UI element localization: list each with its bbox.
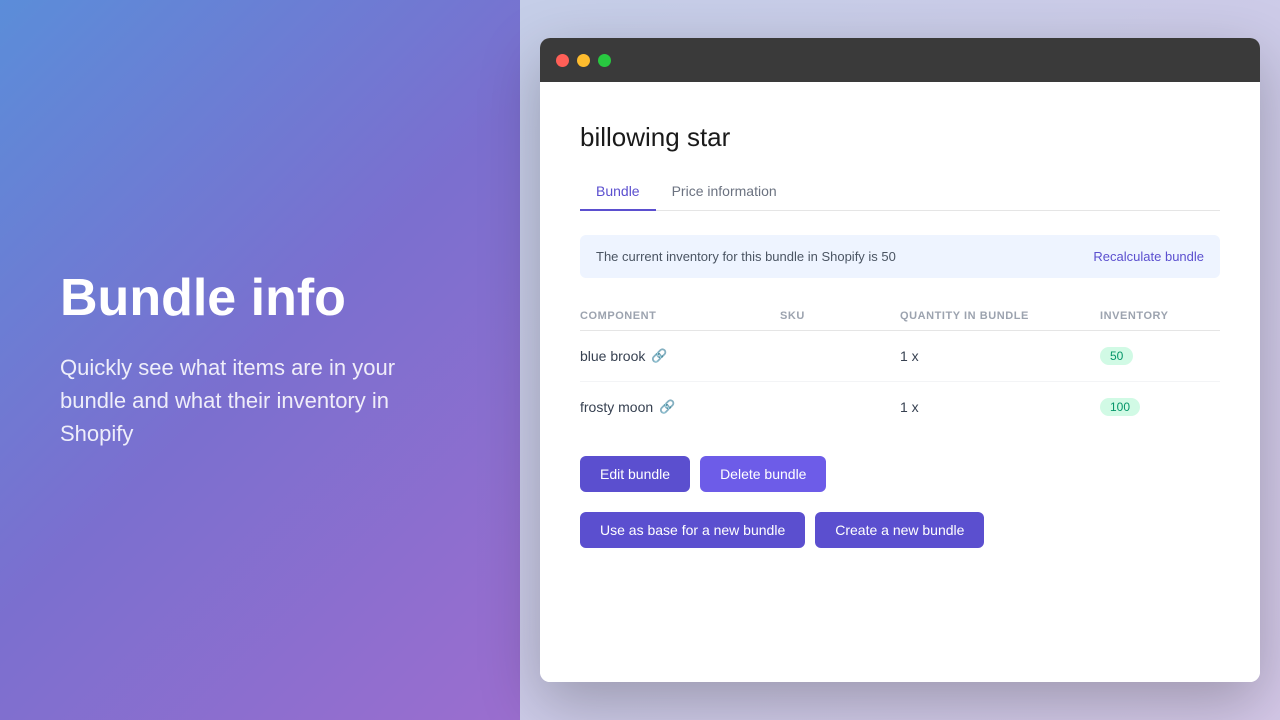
link-icon-0[interactable]: 🔗 <box>651 348 667 364</box>
bundle-table: COMPONENT SKU QUANTITY IN BUNDLE INVENTO… <box>580 302 1220 432</box>
component-cell-0: blue brook 🔗 <box>580 331 780 382</box>
main-description: Quickly see what items are in your bundl… <box>60 351 460 450</box>
main-heading: Bundle info <box>60 270 460 327</box>
browser-content: billowing star Bundle Price information … <box>540 82 1260 682</box>
traffic-light-green <box>598 54 611 67</box>
qty-cell-0: 1 x <box>900 331 1100 382</box>
component-name-1: frosty moon <box>580 399 653 415</box>
col-header-inventory: INVENTORY <box>1100 302 1220 331</box>
inventory-cell-1: 100 <box>1100 382 1220 433</box>
app-title: billowing star <box>580 122 1220 153</box>
link-icon-1[interactable]: 🔗 <box>659 399 675 415</box>
inventory-badge-1: 100 <box>1100 398 1140 416</box>
col-header-component: COMPONENT <box>580 302 780 331</box>
inventory-cell-0: 50 <box>1100 331 1220 382</box>
traffic-light-red <box>556 54 569 67</box>
tabs-container: Bundle Price information <box>580 173 1220 211</box>
edit-bundle-button[interactable]: Edit bundle <box>580 456 690 492</box>
sku-cell-1 <box>780 382 900 433</box>
col-header-qty: QUANTITY IN BUNDLE <box>900 302 1100 331</box>
right-panel: billowing star Bundle Price information … <box>520 0 1280 720</box>
traffic-light-yellow <box>577 54 590 67</box>
inventory-badge-0: 50 <box>1100 347 1133 365</box>
delete-bundle-button[interactable]: Delete bundle <box>700 456 826 492</box>
sku-cell-0 <box>780 331 900 382</box>
left-panel: Bundle info Quickly see what items are i… <box>0 0 520 720</box>
tab-bundle[interactable]: Bundle <box>580 173 656 211</box>
action-row: Edit bundle Delete bundle <box>580 456 1220 492</box>
col-header-sku: SKU <box>780 302 900 331</box>
recalculate-link[interactable]: Recalculate bundle <box>1093 249 1204 264</box>
browser-window: billowing star Bundle Price information … <box>540 38 1260 682</box>
create-new-bundle-button[interactable]: Create a new bundle <box>815 512 984 548</box>
component-cell-1: frosty moon 🔗 <box>580 382 780 433</box>
qty-cell-1: 1 x <box>900 382 1100 433</box>
table-row: blue brook 🔗 1 x 50 <box>580 331 1220 382</box>
component-name-0: blue brook <box>580 348 645 364</box>
tab-price-information[interactable]: Price information <box>656 173 793 211</box>
info-banner: The current inventory for this bundle in… <box>580 235 1220 278</box>
browser-titlebar <box>540 38 1260 82</box>
table-row: frosty moon 🔗 1 x 100 <box>580 382 1220 433</box>
use-as-base-button[interactable]: Use as base for a new bundle <box>580 512 805 548</box>
secondary-row: Use as base for a new bundle Create a ne… <box>580 512 1220 548</box>
info-banner-text: The current inventory for this bundle in… <box>596 249 896 264</box>
